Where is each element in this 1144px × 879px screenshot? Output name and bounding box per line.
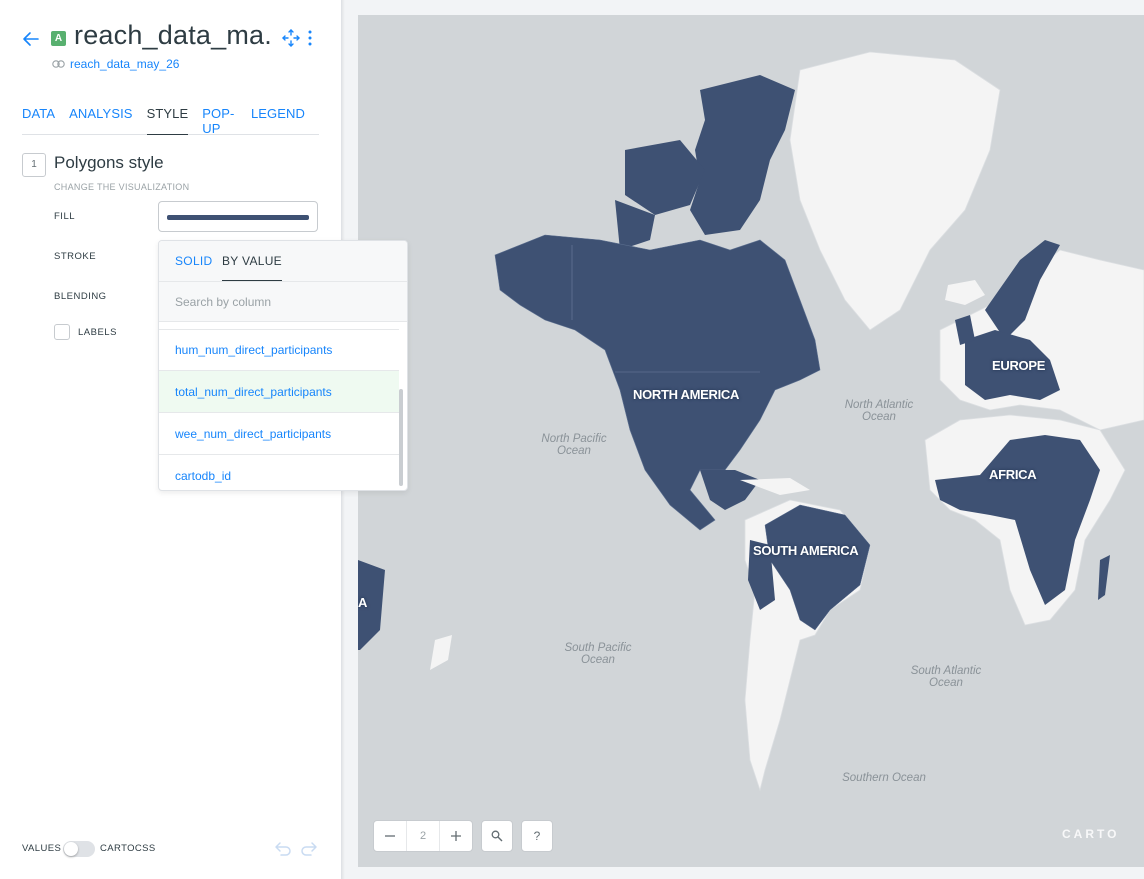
column-option[interactable]: wee_num_direct_participants <box>159 413 399 455</box>
sidebar: A reach_data_ma.. reach_data_may_26 DATA… <box>0 0 408 879</box>
tab-by-value[interactable]: BY VALUE <box>222 254 282 281</box>
cartocss-label: CARTOCSS <box>100 843 156 854</box>
central-america-shape <box>700 470 760 510</box>
zoom-level: 2 <box>406 821 440 851</box>
tab-analysis[interactable]: ANALYSIS <box>69 106 132 135</box>
label-europe: EUROPE <box>992 358 1046 373</box>
app-root: A reach_data_ma.. reach_data_may_26 DATA… <box>0 0 1144 879</box>
column-search <box>159 282 407 322</box>
column-option[interactable]: total_num_direct_participants <box>159 371 399 413</box>
label-north-atlantic: North Atlantic Ocean <box>844 399 914 423</box>
section-subtitle: CHANGE THE VISUALIZATION <box>54 182 190 192</box>
values-label: VALUES <box>22 843 62 854</box>
zoom-out-button[interactable] <box>374 821 406 851</box>
cartocss-toggle[interactable] <box>63 841 95 857</box>
source-link[interactable]: reach_data_may_26 <box>70 57 179 71</box>
search-icon <box>491 830 503 842</box>
label-south-atlantic: South Atlantic Ocean <box>910 665 982 689</box>
tab-data[interactable]: DATA <box>22 106 55 135</box>
help-button[interactable]: ? <box>521 820 553 852</box>
madagascar-shape <box>1098 555 1110 600</box>
back-arrow-icon[interactable] <box>20 28 42 50</box>
column-option[interactable]: cartodb_id <box>159 455 399 490</box>
tab-solid[interactable]: SOLID <box>175 254 213 268</box>
step-number: 1 <box>22 153 46 177</box>
layer-badge: A <box>51 31 66 46</box>
labels-checkbox[interactable] <box>54 324 70 340</box>
blending-label: BLENDING <box>54 291 107 302</box>
map-canvas[interactable]: NORTH AMERICA SOUTH AMERICA EUROPE AFRIC… <box>358 15 1144 867</box>
label-southern-ocean: Southern Ocean <box>842 772 926 784</box>
fill-label: FILL <box>54 211 76 222</box>
source-link-icon <box>52 60 65 68</box>
redo-icon[interactable] <box>300 840 318 856</box>
zoom-in-button[interactable] <box>440 821 472 851</box>
source-row: reach_data_may_26 <box>52 56 179 72</box>
plus-icon <box>451 831 461 841</box>
tab-legend[interactable]: LEGEND <box>251 106 305 135</box>
more-options-icon[interactable] <box>304 29 316 47</box>
label-partial-continent: A <box>358 595 368 610</box>
help-icon: ? <box>533 829 541 843</box>
arctic-islands-shape <box>690 75 795 235</box>
label-africa: AFRICA <box>989 467 1037 482</box>
label-south-america: SOUTH AMERICA <box>753 543 859 558</box>
zoom-control: 2 <box>373 820 473 852</box>
stroke-label: STROKE <box>54 251 97 262</box>
map-controls: 2 ? <box>373 820 553 852</box>
tab-bar: DATA ANALYSIS STYLE POP-UP LEGEND <box>22 106 319 136</box>
undo-icon[interactable] <box>274 840 292 856</box>
minus-icon <box>385 835 395 837</box>
section-title: Polygons style <box>54 153 164 172</box>
labels-label: LABELS <box>78 327 117 338</box>
label-south-pacific: South Pacific Ocean <box>564 642 632 666</box>
layer-title[interactable]: reach_data_ma.. <box>74 20 274 51</box>
new-zealand-shape <box>430 635 452 670</box>
toggle-knob <box>64 842 78 856</box>
column-search-input[interactable] <box>175 293 385 311</box>
column-list: hum_num_direct_participants total_num_di… <box>159 329 399 490</box>
label-north-pacific: North Pacific Ocean <box>541 433 607 457</box>
iceland-shape <box>945 280 985 305</box>
dropdown-tabs: SOLID BY VALUE <box>159 241 407 282</box>
map-search-button[interactable] <box>481 820 513 852</box>
fill-color-input[interactable] <box>158 201 318 232</box>
move-icon[interactable] <box>282 29 300 47</box>
tab-popup[interactable]: POP-UP <box>202 106 237 136</box>
carto-logo: CARTO <box>1062 827 1120 841</box>
tab-style[interactable]: STYLE <box>146 106 189 135</box>
column-option[interactable]: hum_num_direct_participants <box>159 329 399 371</box>
basemap <box>358 51 1144 792</box>
fill-color-swatch <box>167 215 309 220</box>
label-north-america: NORTH AMERICA <box>633 387 740 402</box>
dropdown-scrollbar[interactable] <box>399 389 403 486</box>
fill-dropdown: SOLID BY VALUE hum_num_direct_participan… <box>158 240 408 491</box>
